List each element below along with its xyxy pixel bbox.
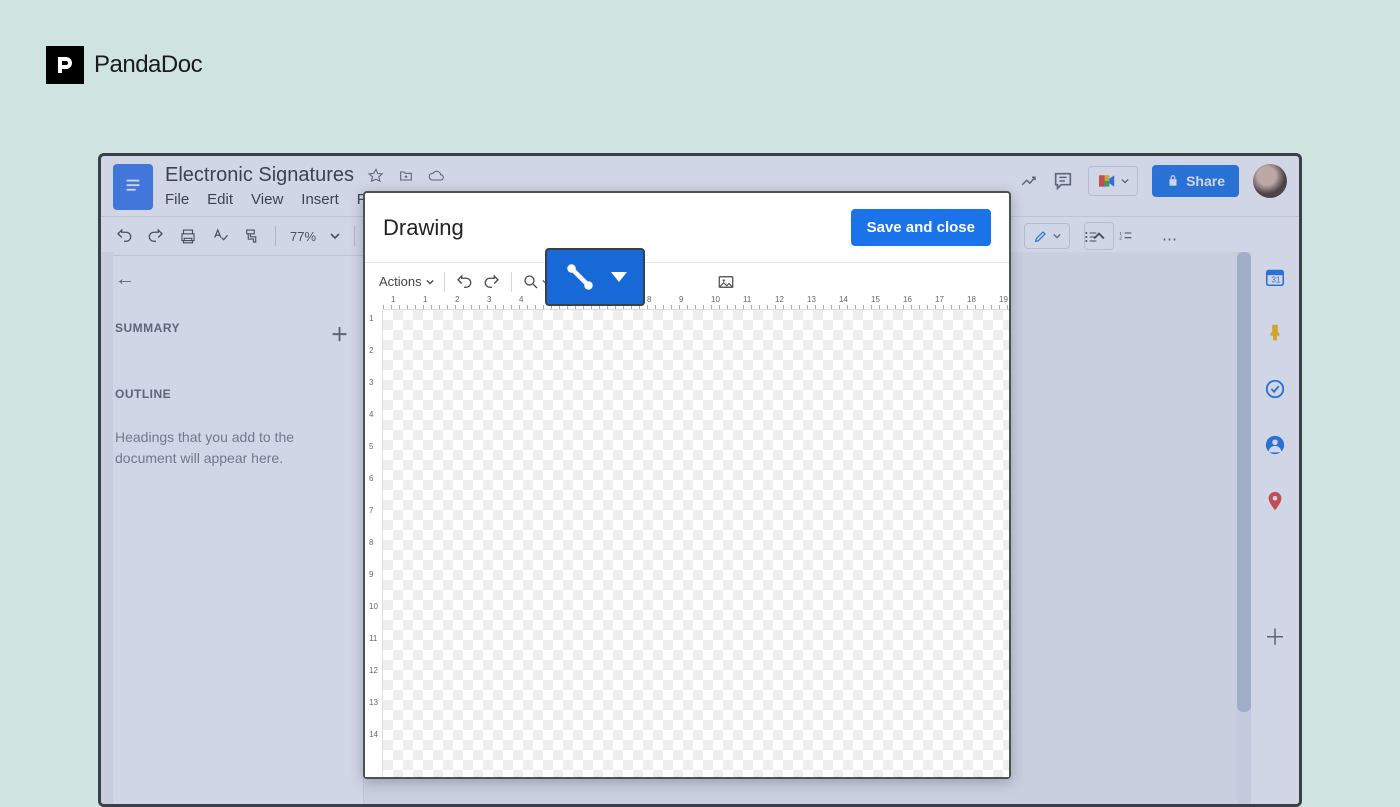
- numbered-list-icon[interactable]: 12: [1118, 229, 1134, 245]
- redo-icon[interactable]: [147, 227, 165, 245]
- add-sidepanel-button[interactable]: ＋: [1264, 620, 1286, 652]
- menu-file[interactable]: File: [165, 191, 189, 208]
- toolbar-separator: [354, 226, 355, 246]
- google-docs-icon[interactable]: [113, 164, 153, 210]
- vertical-ruler: 1234567891011121314: [365, 310, 383, 777]
- chevron-down-icon: [611, 272, 627, 282]
- scrollbar-thumb[interactable]: [1237, 252, 1251, 712]
- maps-icon[interactable]: [1264, 490, 1286, 512]
- side-panel: 31 ＋: [1251, 252, 1299, 804]
- horizontal-ruler: 112345678910111213141516171819: [383, 292, 1009, 310]
- print-icon[interactable]: [179, 227, 197, 245]
- editing-mode-dropdown[interactable]: [1024, 223, 1070, 249]
- toolbar-separator: [511, 272, 512, 292]
- close-outline-button[interactable]: ←: [115, 268, 349, 291]
- present-meet-button[interactable]: [1088, 166, 1138, 196]
- toolbar-separator: [444, 272, 445, 292]
- undo-icon[interactable]: [115, 227, 133, 245]
- account-avatar[interactable]: [1253, 164, 1287, 198]
- add-summary-button[interactable]: ＋: [331, 321, 350, 347]
- svg-text:31: 31: [1271, 276, 1281, 285]
- line-tool-callout[interactable]: [545, 248, 645, 306]
- actions-menu[interactable]: Actions: [379, 274, 434, 289]
- outline-empty-hint: Headings that you add to the document wi…: [115, 427, 315, 469]
- spellcheck-icon[interactable]: [211, 227, 229, 245]
- document-vertical-ruler: [101, 252, 113, 804]
- bulleted-list-icon[interactable]: [1083, 229, 1099, 245]
- activity-icon[interactable]: [1020, 172, 1038, 190]
- star-icon[interactable]: [368, 168, 384, 184]
- summary-heading: SUMMARY: [115, 321, 180, 347]
- outline-sidebar: ← SUMMARY ＋ OUTLINE Headings that you ad…: [101, 252, 363, 804]
- share-button-label: Share: [1186, 173, 1225, 189]
- docs-window: Electronic Signatures File Edit View Ins…: [98, 153, 1302, 807]
- pandadoc-logo-icon: [46, 46, 84, 84]
- comment-history-icon[interactable]: [1052, 170, 1074, 192]
- brand-name: PandaDoc: [94, 51, 202, 79]
- keep-icon[interactable]: [1264, 322, 1286, 344]
- menu-insert[interactable]: Insert: [301, 191, 339, 208]
- toolbar-separator: [275, 226, 276, 246]
- cloud-saved-icon[interactable]: [428, 168, 444, 184]
- calendar-icon[interactable]: 31: [1264, 266, 1286, 288]
- paint-format-icon[interactable]: [243, 227, 261, 245]
- tasks-icon[interactable]: [1264, 378, 1286, 400]
- svg-text:2: 2: [1119, 236, 1122, 241]
- move-to-folder-icon[interactable]: [398, 168, 414, 184]
- dialog-title: Drawing: [383, 215, 464, 241]
- undo-icon[interactable]: [455, 273, 473, 291]
- document-title[interactable]: Electronic Signatures: [165, 164, 354, 187]
- menu-edit[interactable]: Edit: [207, 191, 233, 208]
- save-and-close-button[interactable]: Save and close: [851, 209, 991, 246]
- drawing-canvas[interactable]: [383, 310, 1009, 777]
- contacts-icon[interactable]: [1264, 434, 1286, 456]
- redo-icon[interactable]: [483, 273, 501, 291]
- vertical-scrollbar[interactable]: [1237, 252, 1251, 804]
- outline-heading: OUTLINE: [115, 387, 349, 401]
- zoom-level[interactable]: 77%: [290, 229, 316, 244]
- image-tool-icon[interactable]: [717, 273, 735, 291]
- brand-lockup: PandaDoc: [46, 46, 202, 84]
- share-button[interactable]: Share: [1152, 165, 1239, 197]
- drawing-dialog: Drawing Save and close Actions: [363, 191, 1011, 779]
- chevron-down-icon[interactable]: [330, 231, 340, 241]
- more-tools-icon[interactable]: ⋯: [1162, 230, 1177, 248]
- menu-view[interactable]: View: [251, 191, 283, 208]
- line-tool-icon: [563, 260, 597, 294]
